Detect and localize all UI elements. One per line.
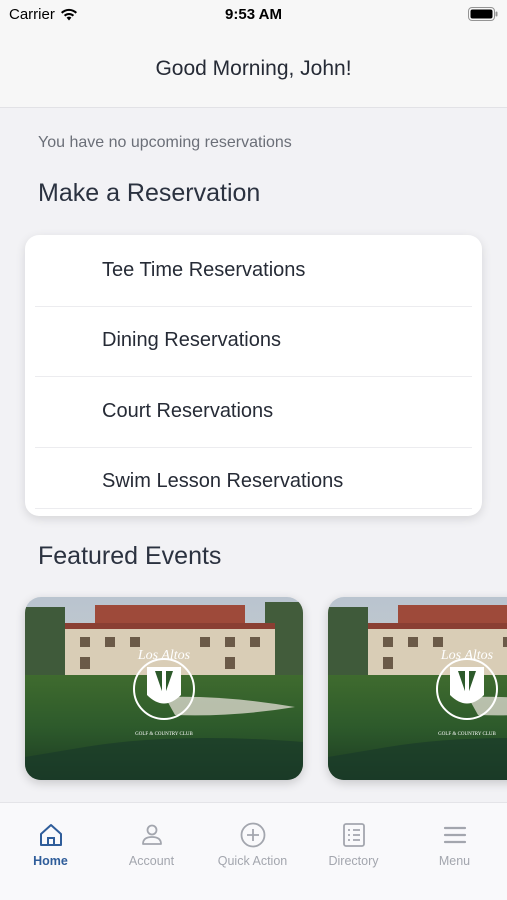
divider bbox=[35, 508, 472, 509]
logo-caption: GOLF & COUNTRY CLUB bbox=[438, 732, 496, 737]
tee-time-reservations-item[interactable]: Tee Time Reservations bbox=[25, 235, 482, 306]
tab-directory[interactable]: Directory bbox=[303, 803, 404, 883]
tab-label: Menu bbox=[438, 854, 471, 868]
make-reservation-heading: Make a Reservation bbox=[38, 179, 261, 207]
tab-account[interactable]: Account bbox=[101, 803, 202, 883]
court-reservations-item[interactable]: Court Reservations bbox=[25, 376, 482, 447]
tab-home[interactable]: Home bbox=[0, 803, 101, 883]
featured-event-card[interactable]: Los Altos GOLF & COUNTRY CLUB bbox=[328, 597, 507, 780]
directory-icon bbox=[342, 823, 365, 847]
tab-label: Account bbox=[128, 854, 175, 868]
swim-lesson-reservations-item[interactable]: Swim Lesson Reservations bbox=[25, 446, 482, 517]
reservation-list: Tee Time Reservations Dining Reservation… bbox=[25, 235, 482, 516]
home-icon bbox=[39, 824, 62, 846]
logo-caption: GOLF & COUNTRY CLUB bbox=[135, 732, 193, 737]
greeting-title: Good Morning, John! bbox=[155, 56, 352, 80]
featured-event-card[interactable]: Los Altos GOLF & COUNTRY CLUB bbox=[25, 597, 303, 780]
dining-reservations-item[interactable]: Dining Reservations bbox=[25, 305, 482, 377]
person-icon bbox=[141, 824, 162, 845]
menu-icon bbox=[443, 826, 466, 844]
status-bar: Carrier 9:53 AM bbox=[0, 0, 507, 30]
no-reservations-notice: You have no upcoming reservations bbox=[38, 134, 292, 151]
tab-label: Quick Action bbox=[217, 854, 288, 868]
reservation-item-label: Dining Reservations bbox=[102, 329, 281, 352]
event-image: Los Altos GOLF & COUNTRY CLUB bbox=[328, 597, 507, 780]
reservation-item-label: Tee Time Reservations bbox=[102, 258, 306, 281]
featured-events-heading: Featured Events bbox=[38, 542, 222, 570]
logo-script: Los Altos bbox=[137, 648, 191, 663]
logo-script: Los Altos bbox=[440, 648, 494, 663]
event-image: Los Altos GOLF & COUNTRY CLUB bbox=[25, 597, 303, 780]
tab-label: Home bbox=[33, 854, 68, 868]
reservation-item-label: Swim Lesson Reservations bbox=[102, 470, 344, 493]
tab-quick-action[interactable]: Quick Action bbox=[202, 803, 303, 883]
status-time: 9:53 AM bbox=[225, 6, 282, 23]
reservation-item-label: Court Reservations bbox=[102, 399, 274, 422]
tab-bar: Home Account Quick Action Directory Menu bbox=[0, 802, 507, 900]
header: Good Morning, John! bbox=[0, 30, 507, 108]
tab-menu[interactable]: Menu bbox=[404, 803, 505, 883]
tab-label: Directory bbox=[328, 854, 379, 868]
plus-circle-icon bbox=[240, 822, 265, 848]
battery-icon bbox=[468, 7, 498, 21]
